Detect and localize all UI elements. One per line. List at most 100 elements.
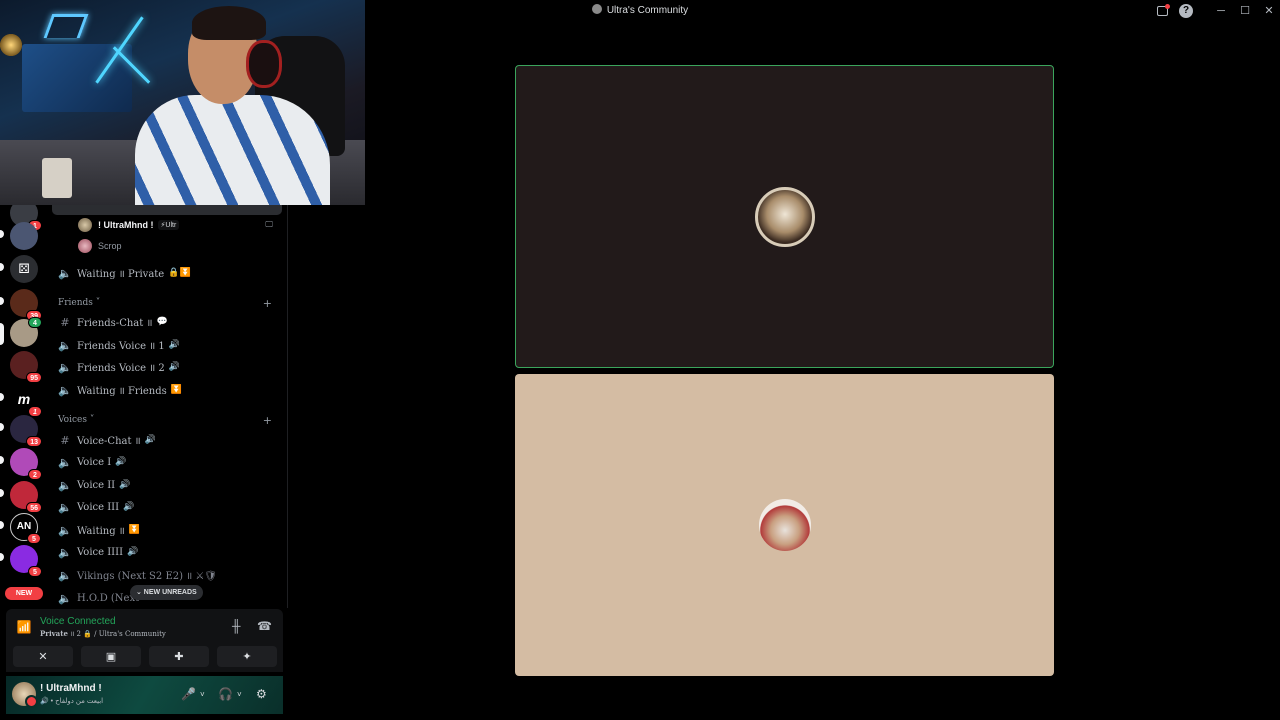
user-panel: ! UltraMhnd ! 🔊 • ابيعت من دولفاح 🎤 ˅ 🎧 … [6, 676, 283, 714]
avatar[interactable] [12, 682, 38, 708]
channel-emoji: 🔊 [144, 435, 156, 445]
voice-channel[interactable]: 🔈 Friends Voice ॥ 1 🔊 [58, 335, 280, 355]
voice-status[interactable]: Voice Connected [40, 616, 116, 627]
soundboard-button[interactable]: ✦ [217, 646, 277, 667]
server-icon-12[interactable]: 5 [10, 545, 42, 577]
disconnect-icon[interactable]: ☎ [257, 619, 272, 633]
speaker-icon: 🔈 [58, 591, 72, 605]
voice-channel[interactable]: 🔈 Voice I 🔊 [58, 452, 280, 472]
channel-emoji: 💬 [156, 317, 168, 327]
channel-name: Waiting ॥ [77, 526, 125, 537]
help-icon[interactable]: ? [1179, 4, 1193, 18]
voice-server-name: ॥ 2 🔒 / Ultra's Community [67, 630, 166, 638]
server-icon-2[interactable] [10, 222, 38, 250]
channel-emoji: ⏬ [170, 385, 183, 395]
channel-name: Friends Voice ॥ 1 [77, 341, 165, 352]
server-rail: 1 ⚄ 39 4 95 m1 13 2 56 AN5 5 NEW [0, 199, 48, 608]
voice-user-name: ! UltraMhnd ! [98, 220, 154, 230]
screen-share-button[interactable]: ▣ [81, 646, 141, 667]
dice-icon[interactable]: ⚄ [10, 255, 38, 283]
video-tile[interactable] [515, 374, 1054, 676]
voice-channel[interactable]: 🔈 Voice IIII 🔊 [58, 542, 280, 562]
server-icon-5[interactable]: 4 [10, 317, 42, 347]
server-pill [0, 456, 4, 464]
server-pill [0, 521, 4, 529]
server-icon-4[interactable]: 39 [10, 289, 42, 321]
server-icon-8[interactable]: 13 [10, 415, 42, 447]
text-channel[interactable]: # Friends-Chat ॥ 💬 [58, 312, 280, 332]
server-badge: 5 [28, 566, 42, 577]
stream-icon: 🖵 [265, 220, 273, 229]
server-badge: 56 [26, 502, 42, 513]
speaker-icon: 🔈 [58, 545, 72, 559]
settings-icon[interactable]: ⚙ [256, 687, 267, 701]
signal-icon[interactable]: 📶 [16, 619, 32, 635]
server-pill [0, 553, 4, 561]
voice-user[interactable]: Scrop [78, 237, 122, 255]
voice-channel[interactable]: 🔈 Friends Voice ॥ 2 🔊 [58, 357, 280, 377]
voice-user-tag: ⚡Ultr [157, 220, 180, 230]
inbox-icon[interactable] [1157, 4, 1170, 16]
new-unreads-button[interactable]: ⌄ NEW UNREADS [130, 585, 203, 600]
channel-emoji: 🔒⏬ [168, 268, 191, 278]
minimize-button[interactable]: ─ [1214, 4, 1228, 18]
participant-avatar [754, 186, 815, 247]
server-pill [0, 263, 4, 271]
voice-panel: 📶 Voice Connected Private ॥ 2 🔒 / Ultra'… [6, 609, 283, 672]
user-name[interactable]: ! UltraMhnd ! [40, 683, 102, 694]
server-icon-11[interactable]: AN 5 [10, 513, 41, 544]
chevron-down-icon[interactable]: ˅ [200, 690, 205, 699]
speaker-icon: 🔈 [58, 338, 72, 352]
server-icon-10[interactable]: 56 [10, 481, 42, 513]
voice-location[interactable]: Private ॥ 2 🔒 / Ultra's Community [40, 629, 166, 639]
new-badge[interactable]: NEW [5, 587, 43, 600]
add-channel-icon[interactable]: + [263, 297, 272, 310]
webcam-scene [246, 40, 282, 88]
camera-off-icon: ✕ [38, 651, 48, 663]
webcam-overlay [0, 0, 365, 205]
camera-off-button[interactable]: ✕ [13, 646, 73, 667]
voice-actions: ✕ ▣ ✚ ✦ [13, 646, 277, 667]
voice-user[interactable]: ! UltraMhnd ! ⚡Ultr [78, 216, 180, 234]
mic-icon[interactable]: 🎤 [181, 687, 196, 701]
channel-name: Waiting ॥ Friends [77, 386, 167, 397]
close-button[interactable]: ✕ [1262, 4, 1276, 18]
server-icon-9[interactable]: 2 [10, 448, 42, 480]
server-pill-active [0, 323, 4, 345]
chevron-down-icon[interactable]: ˅ [237, 690, 242, 699]
server-icon-7[interactable]: m1 [10, 385, 42, 417]
channel-emoji: 🔊 [127, 547, 139, 557]
headphones-icon[interactable]: 🎧 [218, 687, 233, 701]
webcam-scene [135, 95, 330, 205]
voice-channel[interactable]: 🔈 Waiting ॥ Private 🔒⏬ [58, 263, 280, 283]
text-channel[interactable]: # Voice-Chat ॥ 🔊 [58, 430, 280, 450]
voice-channel[interactable]: 🔈 Voice III 🔊 [58, 497, 280, 517]
video-tile[interactable] [515, 65, 1054, 368]
voice-channel-name: Private [40, 629, 68, 638]
webcam-scene [0, 34, 22, 56]
voice-channel[interactable]: 🔈 Waiting ॥ ⏬ [58, 520, 280, 540]
server-badge: 1 [28, 406, 42, 417]
category-voices[interactable]: Voices ˅ + [58, 413, 280, 427]
speaker-icon: 🔈 [58, 500, 72, 514]
soundwave-icon[interactable]: ╫ [232, 619, 241, 633]
add-channel-icon[interactable]: + [263, 414, 272, 427]
server-badge: 4 [28, 317, 42, 328]
avatar [78, 218, 92, 232]
speaker-icon: 🔈 [58, 523, 72, 537]
server-badge: 95 [26, 372, 42, 383]
voice-channel[interactable]: 🔈 Vikings (Next S2 E2) ॥ ⚔🛡 [58, 565, 280, 585]
category-friends[interactable]: Friends ˅ + [58, 296, 280, 310]
voice-channel[interactable]: 🔈 Waiting ॥ Friends ⏬ [58, 380, 280, 400]
server-icon-6[interactable]: 95 [10, 351, 42, 383]
voice-channel[interactable]: 🔈 Voice II 🔊 [58, 475, 280, 495]
activities-button[interactable]: ✚ [149, 646, 209, 667]
server-badge: 5 [27, 533, 41, 544]
soundboard-icon: ✦ [242, 651, 252, 663]
webcam-scene [43, 14, 89, 38]
category-name: Friends ˅ [58, 298, 101, 308]
server-pill [0, 393, 4, 401]
avatar [78, 239, 92, 253]
channel-name: Friends Voice ॥ 2 [77, 363, 165, 374]
maximize-button[interactable]: ☐ [1238, 4, 1252, 18]
